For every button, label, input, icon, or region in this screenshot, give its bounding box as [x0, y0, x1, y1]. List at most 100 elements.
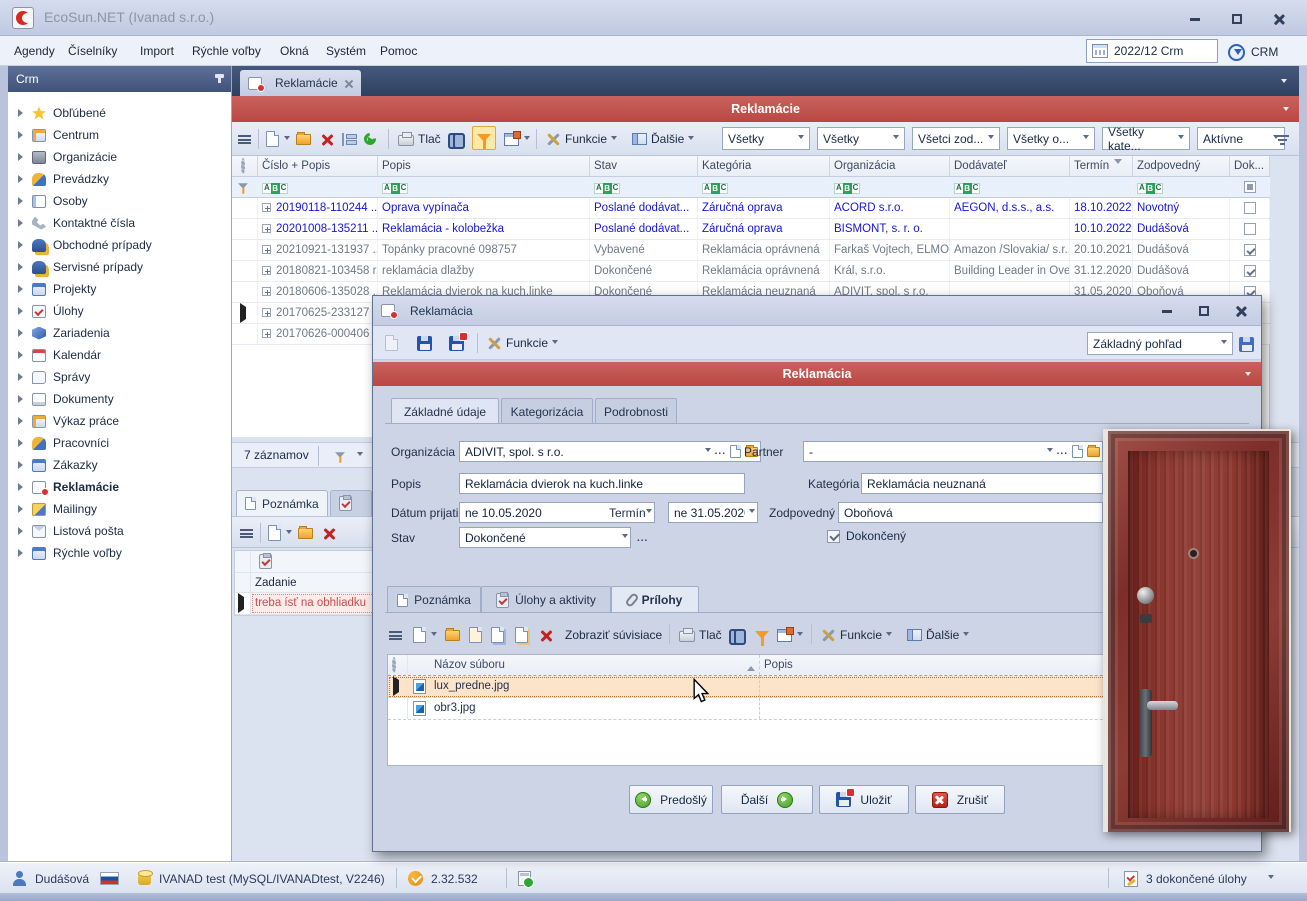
kategoria-field[interactable]: Reklamácia neuznaná	[861, 473, 1103, 494]
sidebar-item-kalendar[interactable]: Kalendár	[8, 344, 231, 366]
dialog-close-button[interactable]	[1228, 302, 1254, 320]
show-related-button[interactable]: Zobraziť súvisiace	[561, 626, 666, 644]
col-kategoria[interactable]: Kategória	[698, 156, 830, 176]
filter-kategoria[interactable]: ABC	[698, 177, 830, 197]
sidebar-item-zariadenia[interactable]: Zariadenia	[8, 322, 231, 344]
expand-arrow-icon[interactable]	[18, 197, 27, 205]
sidebar-item-servisne-pripady[interactable]: Servisné prípady	[8, 256, 231, 278]
search-button[interactable]	[448, 130, 465, 148]
partner-field[interactable]: - ...	[803, 441, 1103, 462]
att-paste-button[interactable]	[515, 626, 528, 644]
menu-system[interactable]: Systém	[320, 36, 372, 66]
expand-arrow-icon[interactable]	[18, 483, 27, 491]
filter-stav[interactable]: ABC	[590, 177, 698, 197]
filter-dodavatel[interactable]: ABC	[950, 177, 1070, 197]
records-filter-icon[interactable]	[335, 452, 345, 458]
att-edit-button[interactable]	[469, 626, 482, 644]
sidebar-item-vykaz-prace[interactable]: Výkaz práce	[8, 410, 231, 432]
expand-arrow-icon[interactable]	[18, 527, 27, 535]
column-options-button[interactable]	[1276, 130, 1289, 148]
expand-arrow-icon[interactable]	[18, 417, 27, 425]
expand-plus-icon[interactable]	[262, 224, 271, 233]
att-layout-dropdown[interactable]	[797, 626, 803, 644]
sidebar-item-pracovnici[interactable]: Pracovníci	[8, 432, 231, 454]
att-open-button[interactable]	[445, 626, 460, 644]
detail-tab-poznamka[interactable]: Poznámka	[387, 586, 481, 613]
expand-arrow-icon[interactable]	[18, 175, 27, 183]
att-filter-button[interactable]	[755, 626, 769, 644]
folder-icon[interactable]	[1087, 447, 1100, 457]
termin-field[interactable]: ne 31.05.2020	[668, 502, 758, 523]
dialog-save-close-button[interactable]	[449, 334, 464, 352]
col-stav[interactable]: Stav	[590, 156, 698, 176]
sidebar-item-spravy[interactable]: Správy	[8, 366, 231, 388]
database-status[interactable]: IVANAD test (MySQL/IVANADtest, V2246)	[138, 870, 385, 887]
filter-popis[interactable]: ABC	[378, 177, 590, 197]
col-dok[interactable]: Dok...	[1230, 156, 1270, 176]
ellipsis-button[interactable]: ...	[715, 446, 726, 457]
dok-checkbox[interactable]	[1244, 223, 1256, 235]
dok-checkbox-checked[interactable]	[1244, 265, 1256, 277]
menu-rychle-volby[interactable]: Rýchle voľby	[186, 36, 267, 66]
filter-zodpovedny[interactable]: ABC	[1133, 177, 1230, 197]
dropdown-icon[interactable]	[749, 509, 755, 516]
notes-menu-button[interactable]	[240, 524, 253, 542]
next-button[interactable]: Ďalší	[721, 785, 813, 814]
menu-toggle-button[interactable]	[238, 130, 251, 148]
table-row[interactable]: 20190118-110244 ... Oprava vypínača Posl…	[232, 198, 1269, 219]
att-layout-button[interactable]	[777, 626, 792, 644]
col-dodavatel[interactable]: Dodávateľ	[950, 156, 1070, 176]
expand-arrow-icon[interactable]	[18, 373, 27, 381]
sidebar-item-listova-posta[interactable]: Listová pošta	[8, 520, 231, 542]
print-button[interactable]: Tlač	[398, 130, 445, 148]
expand-plus-icon[interactable]	[262, 329, 271, 338]
sidebar-item-obchodne-pripady[interactable]: Obchodné prípady	[8, 234, 231, 256]
table-row[interactable]: 20210921-131937 ... Topánky pracovné 098…	[232, 240, 1269, 261]
filter-select-1[interactable]: Všetky	[722, 127, 810, 150]
expand-arrow-icon[interactable]	[18, 439, 27, 447]
ellipsis-button[interactable]: ...	[1057, 446, 1068, 457]
new-record-dropdown[interactable]	[284, 130, 290, 148]
filter-button-active[interactable]	[472, 126, 496, 150]
sidebar-item-kontaktne-cisla[interactable]: Kontaktné čísla	[8, 212, 231, 234]
tab-zakladne-udaje[interactable]: Základné údaje	[391, 398, 499, 424]
crm-button[interactable]: CRM	[1228, 40, 1278, 64]
expand-arrow-icon[interactable]	[18, 241, 27, 249]
save-view-button[interactable]	[1239, 335, 1254, 353]
dropdown-icon[interactable]	[622, 534, 628, 541]
language-flag[interactable]	[100, 870, 119, 887]
dropdown-icon[interactable]	[1047, 448, 1053, 455]
tabstrip-dropdown-icon[interactable]	[1281, 79, 1287, 86]
sidebar-item-centrum[interactable]: Centrum	[8, 124, 231, 146]
detail-tab-ulohy[interactable]: Úlohy a aktivity	[481, 586, 611, 613]
tasks-status[interactable]: 3 dokončené úlohy	[1124, 870, 1247, 887]
col-cislo[interactable]: Číslo + Popis	[258, 156, 378, 176]
maximize-button[interactable]	[1224, 10, 1250, 28]
filter-organizacia[interactable]: ABC	[830, 177, 950, 197]
col-termin[interactable]: Termín	[1070, 156, 1133, 176]
expand-arrow-icon[interactable]	[18, 329, 27, 337]
filter-select-org[interactable]: Všetky o...	[1007, 127, 1095, 150]
dok-checkbox[interactable]	[1244, 202, 1256, 214]
open-card-icon[interactable]	[1072, 445, 1083, 458]
expand-arrow-icon[interactable]	[18, 153, 27, 161]
dialog-maximize-button[interactable]	[1191, 302, 1217, 320]
expand-plus-icon[interactable]	[262, 308, 271, 317]
banner-dropdown-icon[interactable]	[1283, 107, 1289, 114]
previous-button[interactable]: Predošlý	[629, 785, 713, 814]
license-status[interactable]	[518, 870, 531, 887]
dialog-save-button[interactable]	[417, 334, 432, 352]
sidebar-item-ulohy[interactable]: Úlohy	[8, 300, 231, 322]
refresh-button[interactable]	[364, 130, 376, 148]
expand-plus-icon[interactable]	[262, 266, 271, 275]
att-search-button[interactable]	[729, 626, 746, 644]
menu-ciselniky[interactable]: Číselníky	[62, 36, 123, 66]
col-nazov-suboru[interactable]: Názov súboru	[430, 655, 760, 675]
tab-podrobnosti[interactable]: Podrobnosti	[595, 398, 677, 424]
notes-open-button[interactable]	[298, 524, 313, 542]
expand-plus-icon[interactable]	[262, 203, 271, 212]
tab-close-icon[interactable]	[344, 79, 353, 88]
tab-kategorizacia[interactable]: Kategorizácia	[501, 398, 593, 424]
records-filter-dropdown[interactable]	[357, 452, 363, 459]
sidebar-item-organizacie[interactable]: Organizácie	[8, 146, 231, 168]
